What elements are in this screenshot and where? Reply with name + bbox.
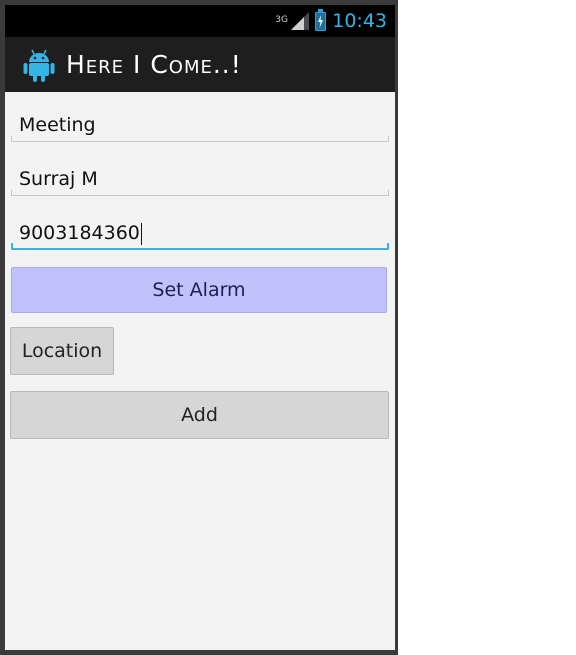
- app-title: Here I Come..!: [66, 50, 242, 79]
- event-name-field[interactable]: Meeting: [11, 108, 389, 142]
- text-cursor: [140, 222, 142, 245]
- network-type-label: 3G: [275, 15, 288, 25]
- field-underline: [11, 136, 389, 142]
- contact-name-field[interactable]: Surraj M: [11, 162, 389, 196]
- android-icon: [23, 49, 55, 82]
- event-name-value: Meeting: [19, 114, 96, 136]
- location-button[interactable]: Location: [10, 327, 114, 375]
- add-button[interactable]: Add: [10, 391, 389, 439]
- field-underline: [11, 190, 389, 196]
- device-frame: 3G 10:43 Here I Come..! Meeting Surraj M…: [0, 0, 398, 655]
- battery-icon: [315, 8, 327, 31]
- field-underline: [11, 243, 389, 250]
- phone-number-field[interactable]: 9003184360: [11, 216, 389, 250]
- clock: 10:43: [332, 10, 387, 32]
- signal-icon: 3G: [275, 12, 310, 30]
- phone-number-value: 9003184360: [19, 222, 140, 244]
- status-bar: 3G 10:43: [5, 5, 395, 37]
- status-icons: 3G 10:43: [275, 5, 387, 37]
- action-bar: Here I Come..!: [5, 37, 395, 92]
- contact-name-value: Surraj M: [19, 168, 98, 190]
- set-alarm-button[interactable]: Set Alarm: [11, 267, 387, 313]
- main-content: Meeting Surraj M 9003184360 Set Alarm Lo…: [5, 92, 395, 650]
